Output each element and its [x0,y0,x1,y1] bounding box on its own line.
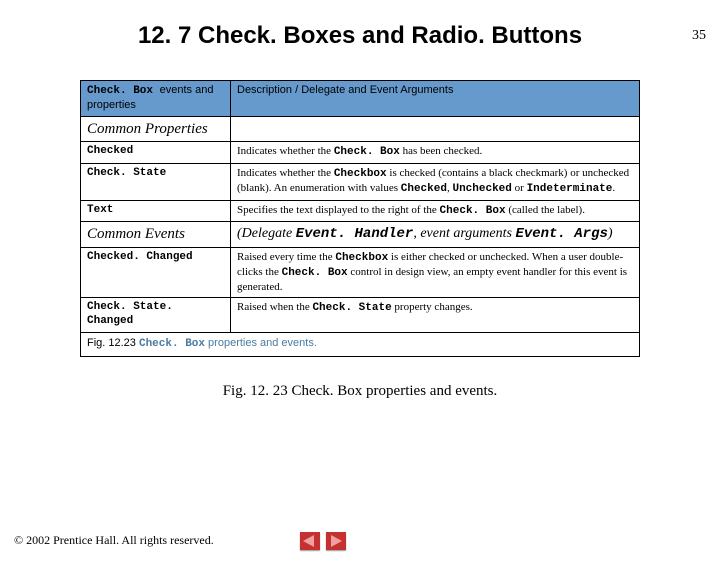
text: or [512,182,527,194]
property-desc: Indicates whether the Checkbox is checke… [231,164,640,201]
text: , event arguments [413,226,515,241]
text: properties and events. [205,337,317,349]
text: ) [608,226,613,241]
code: Check. Box [440,205,506,217]
section-label: Common Properties [81,116,231,142]
table-row: Check. State Indicates whether the Check… [81,164,640,201]
section-label: Common Events [81,222,231,248]
section-right [231,116,640,142]
table-row: Checked. Changed Raised every time the C… [81,248,640,298]
property-desc: Specifies the text displayed to the righ… [231,200,640,222]
event-desc: Raised every time the Checkbox is either… [231,248,640,298]
text: Raised when the [237,301,312,313]
code: Check. Box [334,146,400,158]
property-desc: Indicates whether the Check. Box has bee… [231,142,640,164]
text: . [612,182,615,194]
property-name: Text [81,200,231,222]
table-caption: Fig. 12.23 Check. Box properties and eve… [81,332,640,356]
code: Unchecked [452,183,511,195]
code: Event. Args [515,226,607,242]
property-name: Checked [81,142,231,164]
text: has been checked. [400,145,482,157]
table-caption-row: Fig. 12.23 Check. Box properties and eve… [81,332,640,356]
code: Check. Box [139,338,205,350]
section-right: (Delegate Event. Handler, event argument… [231,222,640,248]
code: Check. Box [282,267,348,279]
next-button[interactable] [326,532,346,550]
section-common-properties: Common Properties [81,116,640,142]
header-col1-bold: Check. Box [87,85,160,97]
slide-title: 12. 7 Check. Boxes and Radio. Buttons [0,22,720,50]
table-header-row: Check. Box events and properties Descrip… [81,81,640,117]
copyright-footer: © 2002 Prentice Hall. All rights reserve… [14,533,214,548]
header-col1: Check. Box events and properties [81,81,231,117]
caption-number: Fig. 12.23 [87,337,136,349]
code: Check. State [312,302,391,314]
text: Indicates whether the [237,167,334,179]
table-row: Text Specifies the text displayed to the… [81,200,640,222]
text: (called the label). [506,204,585,216]
table-row: Checked Indicates whether the Check. Box… [81,142,640,164]
code: Checkbox [335,252,388,264]
page-number: 35 [692,28,706,44]
table-row: Check. State. Changed Raised when the Ch… [81,298,640,333]
text: Specifies the text displayed to the righ… [237,204,440,216]
nav-buttons [300,532,346,550]
property-name: Check. State [81,164,231,201]
text: Raised every time the [237,251,335,263]
text: property changes. [392,301,473,313]
code: Checked [401,183,447,195]
event-name: Check. State. Changed [81,298,231,333]
code: Event. Handler [296,226,414,242]
header-col2: Description / Delegate and Event Argumen… [231,81,640,117]
text: Indicates whether the [237,145,334,157]
prev-button[interactable] [300,532,320,550]
properties-table: Check. Box events and properties Descrip… [80,80,640,357]
section-common-events: Common Events (Delegate Event. Handler, … [81,222,640,248]
code: Indeterminate [527,183,613,195]
event-desc: Raised when the Check. State property ch… [231,298,640,333]
code: Checkbox [334,168,387,180]
text: (Delegate [237,226,296,241]
event-name: Checked. Changed [81,248,231,298]
figure-caption: Fig. 12. 23 Check. Box properties and ev… [0,383,720,400]
header-col2-text: Description / Delegate and Event Argumen… [237,84,453,96]
